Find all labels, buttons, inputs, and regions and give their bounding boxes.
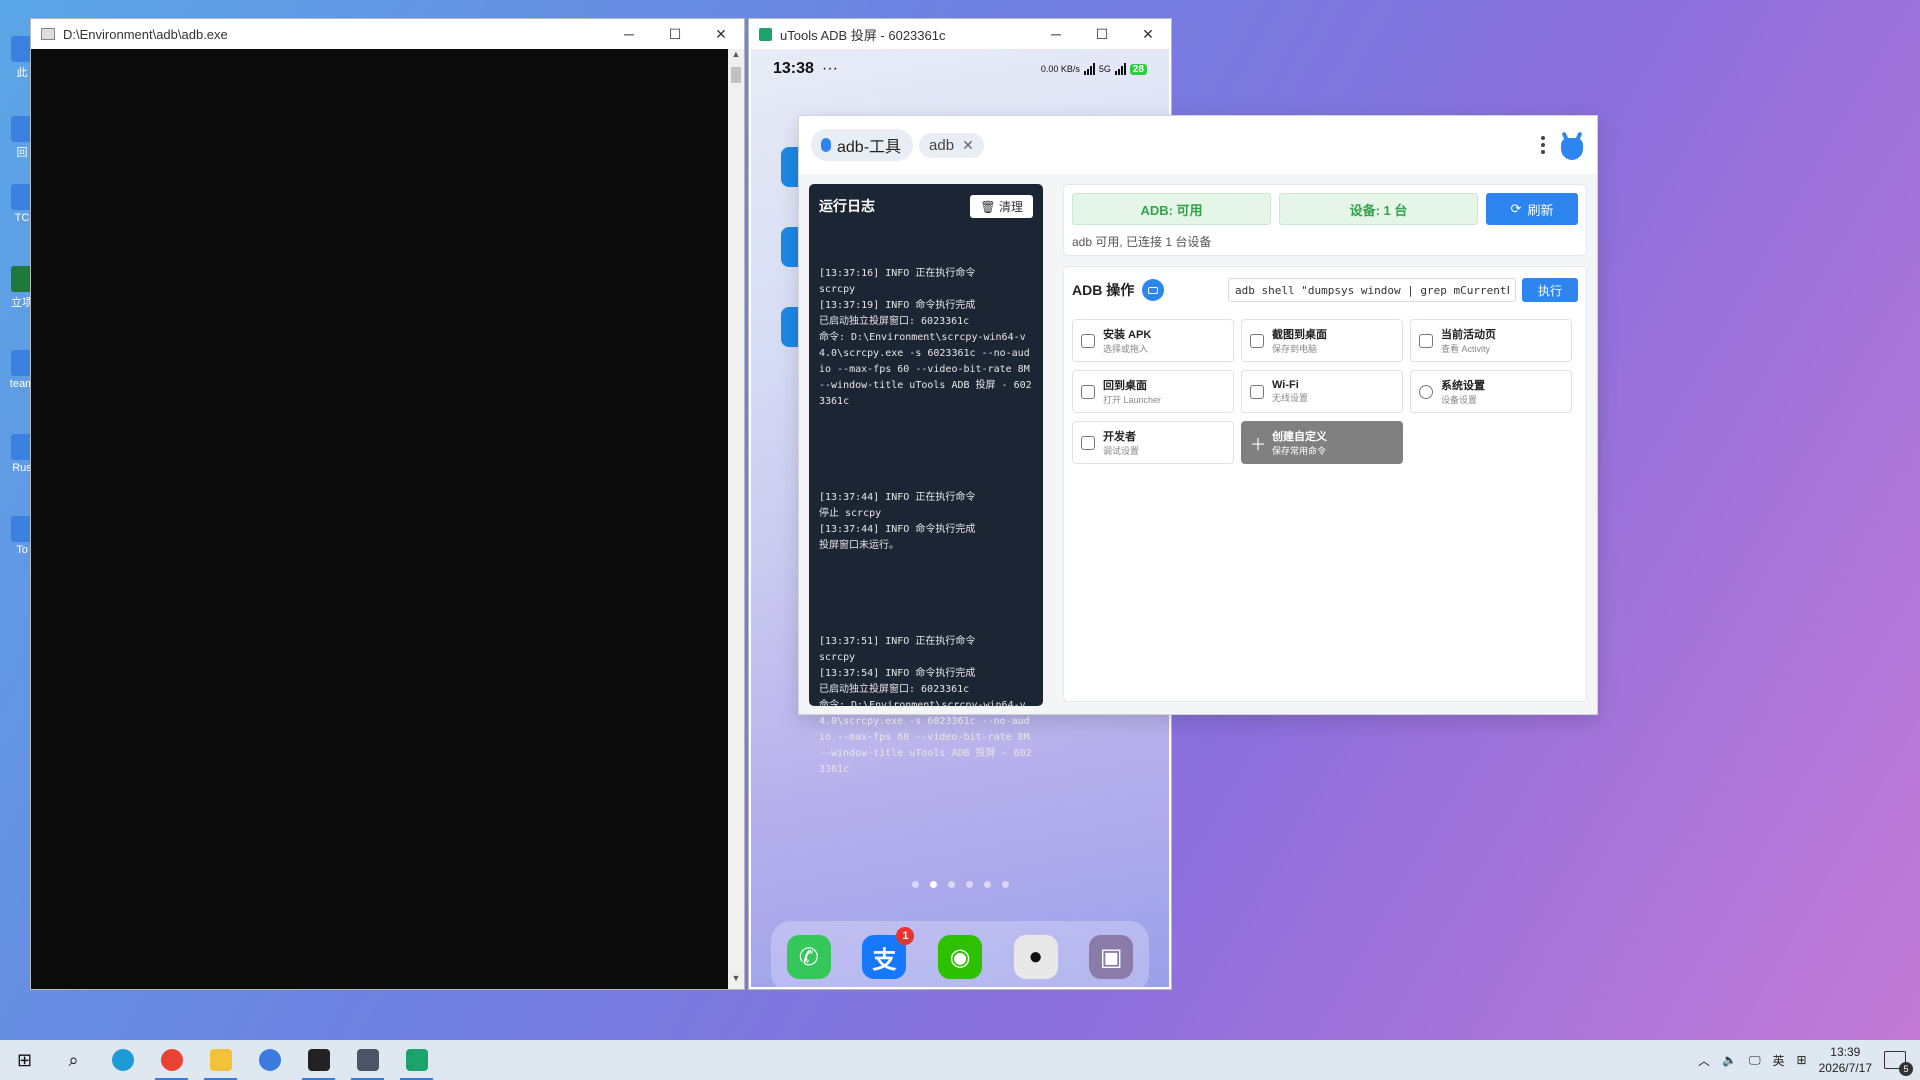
- console-scrollbar[interactable]: ▲ ▼: [728, 49, 744, 989]
- more-icon[interactable]: [1541, 136, 1545, 154]
- log-body[interactable]: [13:37:16] INFO 正在执行命令 scrcpy [13:37:19]…: [809, 228, 1043, 816]
- wifi-icon: [1250, 384, 1264, 399]
- clock[interactable]: 13:39 2026/7/17: [1819, 1044, 1872, 1076]
- phone-status-bar: 13:38 ··· 0.00 KB/s 5G 28: [751, 49, 1169, 89]
- ime-indicator[interactable]: 英: [1773, 1052, 1785, 1069]
- tab-adb-tool[interactable]: adb-工具: [811, 129, 914, 161]
- lock-icon[interactable]: ▣: [1089, 935, 1134, 979]
- status-message: adb 可用, 已连接 1 台设备: [1072, 235, 1212, 249]
- notification-count: 5: [1899, 1062, 1913, 1076]
- phone-clock: 13:38: [773, 60, 814, 77]
- system-settings-button[interactable]: 系统设置 设备设置: [1410, 370, 1572, 413]
- console-icon: [41, 28, 55, 40]
- battery-icon: 28: [1129, 63, 1147, 75]
- tool-header: adb-工具 adb ✕: [799, 116, 1597, 174]
- cmd-window[interactable]: D:\Environment\adb\adb.exe ─ ☐ ✕ ▲ ▼: [30, 18, 745, 990]
- console-output[interactable]: [31, 49, 728, 989]
- start-button[interactable]: ⊞: [0, 1040, 49, 1080]
- gear-icon: [1419, 384, 1433, 399]
- close-icon[interactable]: ✕: [962, 137, 974, 154]
- tab-adb[interactable]: adb ✕: [919, 132, 984, 158]
- network-icon[interactable]: 🖵: [1749, 1053, 1761, 1068]
- cmd-window-title: D:\Environment\adb\adb.exe: [63, 26, 228, 42]
- utools-icon: [759, 27, 772, 41]
- edge-icon[interactable]: [98, 1040, 147, 1080]
- android-icon[interactable]: [392, 1040, 441, 1080]
- database-icon: [821, 138, 831, 152]
- adb-tool-panel[interactable]: adb-工具 adb ✕ 运行日志 🗑 清理 [13:37:16] INFO 正…: [798, 115, 1598, 775]
- notification-badge: 1: [896, 927, 915, 945]
- terminal-icon[interactable]: [294, 1040, 343, 1080]
- developer-button[interactable]: 开发者 调试设置: [1072, 421, 1234, 464]
- desktop-icons: 此 回 TC 立项 team Rus To: [0, 0, 34, 600]
- create-custom-button[interactable]: ＋ 创建自定义 保存常用命令: [1241, 421, 1403, 464]
- monitor-icon: [1419, 333, 1433, 348]
- log-entry: [13:37:51] INFO 正在执行命令 scrcpy [13:37:54]…: [819, 636, 1032, 775]
- scroll-down-icon[interactable]: ▼: [728, 973, 744, 989]
- search-icon[interactable]: ⌕: [49, 1040, 98, 1080]
- file-explorer-icon[interactable]: [196, 1040, 245, 1080]
- cmd-titlebar[interactable]: D:\Environment\adb\adb.exe ─ ☐ ✕: [31, 19, 744, 49]
- scroll-up-icon[interactable]: ▲: [728, 49, 744, 65]
- camera-icon: [1250, 333, 1264, 348]
- plus-icon: ＋: [1250, 436, 1267, 454]
- refresh-icon: ⟳: [1510, 201, 1522, 216]
- scroll-thumb[interactable]: [731, 67, 741, 83]
- log-title: 运行日志: [819, 198, 875, 214]
- alipay-icon[interactable]: 支1: [862, 927, 915, 979]
- utools-icon[interactable]: [245, 1040, 294, 1080]
- adb-status-badge: ADB: 可用: [1072, 193, 1271, 225]
- net-type: 5G: [1098, 64, 1111, 74]
- wifi-button[interactable]: Wi-Fi 无线设置: [1241, 370, 1403, 413]
- log-entry: [13:37:16] INFO 正在执行命令 scrcpy [13:37:19]…: [819, 268, 1032, 407]
- log-entry: [13:37:44] INFO 正在执行命令 停止 scrcpy [13:37:…: [819, 492, 976, 551]
- minimize-button[interactable]: ─: [1033, 19, 1079, 49]
- refresh-button[interactable]: ⟳ 刷新: [1486, 193, 1578, 225]
- maximize-button[interactable]: ☐: [652, 19, 698, 49]
- close-button[interactable]: ✕: [1125, 19, 1171, 49]
- upload-icon: [1081, 333, 1095, 348]
- status-dots: ···: [821, 60, 838, 77]
- app-window-icon[interactable]: [343, 1040, 392, 1080]
- phone-titlebar[interactable]: uTools ADB 投屏 - 6023361c ─ ☐ ✕: [749, 19, 1171, 49]
- notification-icon[interactable]: 5: [1884, 1051, 1913, 1076]
- close-button[interactable]: ✕: [698, 19, 744, 49]
- signal-icon-2: [1114, 63, 1126, 75]
- signal-icon: [1083, 63, 1095, 75]
- net-speed: 0.00 KB/s: [1040, 64, 1080, 74]
- volume-icon[interactable]: 🔈: [1722, 1053, 1737, 1067]
- clear-log-button[interactable]: 🗑 清理: [970, 194, 1033, 218]
- execute-button[interactable]: 执行: [1522, 278, 1578, 302]
- command-input[interactable]: [1228, 278, 1516, 302]
- run-log-panel: 运行日志 🗑 清理 [13:37:16] INFO 正在执行命令 scrcpy …: [809, 184, 1043, 775]
- camera-icon[interactable]: ●: [1013, 935, 1058, 979]
- wechat-icon[interactable]: ◉: [937, 935, 982, 979]
- monitor-icon: [1081, 435, 1095, 450]
- device-count-badge: 设备: 1 台: [1279, 193, 1478, 225]
- page-indicator: [751, 881, 1169, 888]
- minimize-button[interactable]: ─: [606, 19, 652, 49]
- home-button[interactable]: 回到桌面 打开 Launcher: [1072, 370, 1234, 413]
- phone-window-title: uTools ADB 投屏 - 6023361c: [780, 27, 946, 43]
- chrome-icon[interactable]: [147, 1040, 196, 1080]
- chevron-up-icon[interactable]: ︿: [1698, 1052, 1710, 1069]
- phone-call-icon[interactable]: ✆: [786, 935, 831, 979]
- screen-mirror-icon[interactable]: [1142, 279, 1165, 301]
- phone-dock: ✆ 支1 ◉ ● ▣: [771, 921, 1149, 987]
- ops-title: ADB 操作: [1072, 282, 1135, 298]
- keyboard-icon[interactable]: ⊞: [1797, 1053, 1807, 1067]
- home-icon: [1081, 384, 1095, 399]
- android-icon[interactable]: [1559, 130, 1585, 160]
- maximize-button[interactable]: ☐: [1079, 19, 1125, 49]
- screenshot-button[interactable]: 截图到桌面 保存到电脑: [1241, 319, 1403, 362]
- current-activity-button[interactable]: 当前活动页 查看 Activity: [1410, 319, 1572, 362]
- status-card: ADB: 可用 设备: 1 台 ⟳ 刷新 adb 可用, 已连接 1 台设备: [1063, 184, 1587, 256]
- taskbar: ⊞ ⌕ ︿ 🔈 🖵 英 ⊞ 13:39 2026/7/17 5: [0, 1040, 1920, 1080]
- install-apk-button[interactable]: 安装 APK 选择或拖入: [1072, 319, 1234, 362]
- adb-ops-card: ADB 操作 执行 安装 APK选择或拖入 截图到桌面保存到电脑 当前活动页查看…: [1063, 266, 1587, 702]
